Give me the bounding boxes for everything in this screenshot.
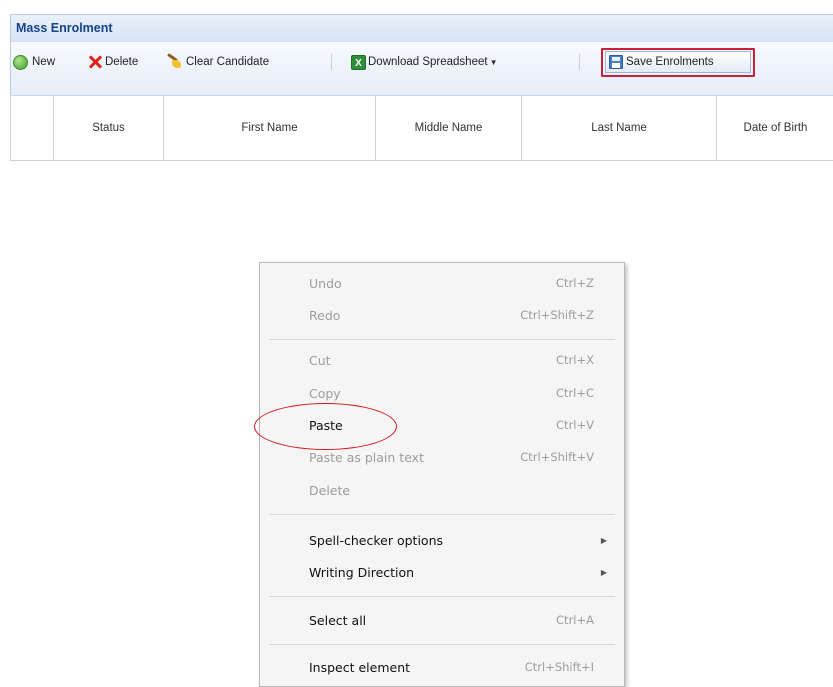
download-spreadsheet-label: Download Spreadsheet	[368, 56, 488, 68]
menu-item-delete[interactable]: Delete	[260, 478, 624, 502]
add-icon	[13, 54, 28, 70]
floppy-disk-icon	[609, 55, 623, 69]
context-menu: Undo Ctrl+Z Redo Ctrl+Shift+Z Cut Ctrl+X…	[259, 262, 625, 687]
toolbar: New Delete Clear Candidate X Download Sp…	[10, 42, 833, 96]
delete-button-label: Delete	[105, 56, 139, 68]
clear-candidate-label: Clear Candidate	[186, 56, 270, 68]
grid-header: Status First Name Middle Name Last Name …	[10, 96, 833, 161]
toolbar-separator	[331, 54, 332, 70]
menu-item-select-all[interactable]: Select all Ctrl+A	[260, 608, 624, 632]
column-header-status[interactable]: Status	[54, 96, 164, 160]
new-button-label: New	[32, 56, 56, 68]
new-button[interactable]: New	[13, 52, 55, 72]
menu-item-inspect-element[interactable]: Inspect element Ctrl+Shift+I	[260, 655, 624, 679]
panel-header: Mass Enrolment	[10, 14, 833, 42]
column-header-date-of-birth[interactable]: Date of Birth	[717, 96, 833, 160]
clear-candidate-button[interactable]: Clear Candidate	[166, 52, 269, 72]
save-enrolments-button[interactable]: Save Enrolments	[605, 51, 751, 73]
menu-separator	[269, 644, 615, 645]
column-header-first-name[interactable]: First Name	[164, 96, 376, 160]
delete-button[interactable]: Delete	[88, 52, 138, 72]
excel-icon: X	[351, 54, 366, 70]
toolbar-separator	[579, 54, 580, 70]
menu-item-spell-checker-options[interactable]: Spell-checker options ▶	[260, 528, 624, 552]
menu-item-cut[interactable]: Cut Ctrl+X	[260, 348, 624, 372]
download-spreadsheet-button[interactable]: X Download Spreadsheet ▼	[351, 52, 497, 72]
panel-title: Mass Enrolment	[16, 21, 113, 35]
menu-separator	[269, 514, 615, 515]
column-header-middle-name[interactable]: Middle Name	[376, 96, 522, 160]
column-header-last-name[interactable]: Last Name	[522, 96, 717, 160]
save-enrolments-label: Save Enrolments	[626, 56, 714, 68]
chevron-down-icon: ▼	[489, 57, 498, 67]
menu-item-undo[interactable]: Undo Ctrl+Z	[260, 271, 624, 295]
menu-item-writing-direction[interactable]: Writing Direction ▶	[260, 560, 624, 584]
column-header-checkbox[interactable]	[11, 96, 54, 160]
submenu-arrow-icon: ▶	[600, 567, 607, 577]
menu-item-copy[interactable]: Copy Ctrl+C	[260, 381, 624, 405]
menu-separator	[269, 596, 615, 597]
menu-separator	[269, 339, 615, 340]
delete-x-icon	[88, 55, 102, 69]
submenu-arrow-icon: ▶	[600, 535, 607, 545]
broom-icon	[166, 55, 182, 69]
menu-item-redo[interactable]: Redo Ctrl+Shift+Z	[260, 303, 624, 327]
paste-annotation-circle	[254, 403, 397, 450]
